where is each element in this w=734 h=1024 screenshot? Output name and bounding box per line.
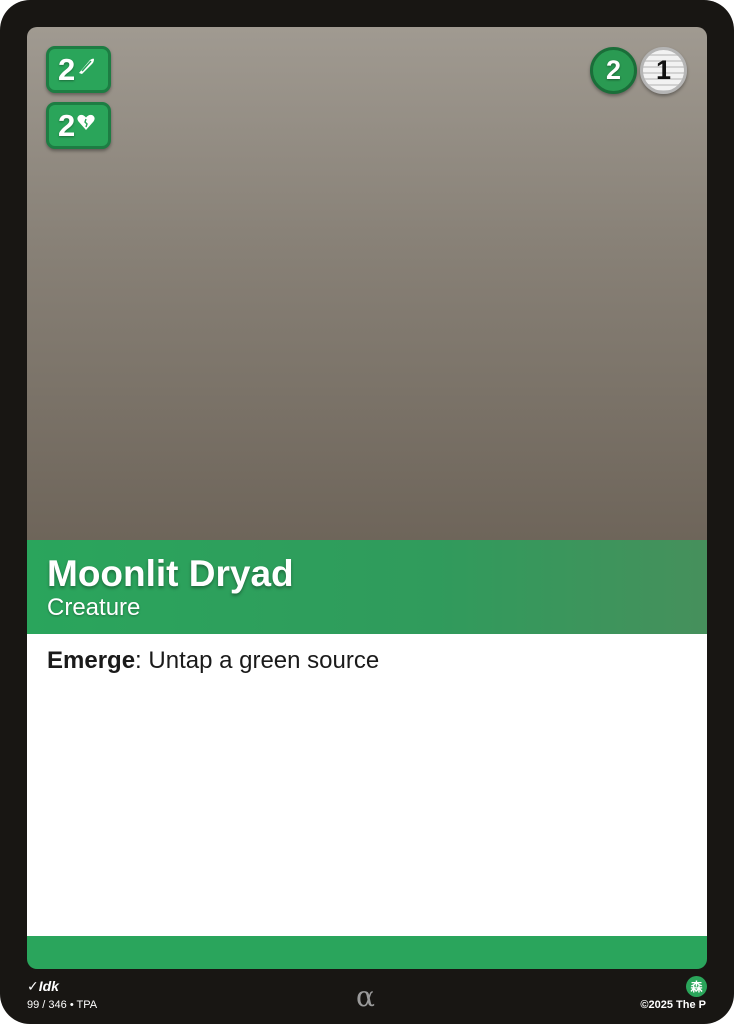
sword-icon [79, 58, 95, 74]
cost-generic-value: 1 [655, 55, 672, 85]
artist-credit: ✓Idk [27, 978, 59, 995]
cost-green-circle: 2 [590, 47, 637, 94]
card: 2 2 2 1 Moonlit Dryad Creature Emerge: U… [0, 0, 734, 1024]
heart-icon [77, 114, 95, 130]
bottom-color-bar [27, 936, 707, 969]
cost-generic-circle: 1 [640, 47, 687, 94]
rules-keyword: Emerge [47, 647, 136, 674]
brush-icon: ✓ [27, 978, 39, 994]
artist-name: Idk [38, 978, 59, 994]
toughness-value: 2 [58, 108, 76, 143]
card-name: Moonlit Dryad [47, 553, 294, 594]
rules-text-box: Emerge: Untap a green source [27, 634, 707, 936]
rarity-symbol: α [356, 980, 375, 1013]
set-icon: 森 [686, 976, 707, 997]
cost-green-value: 2 [605, 55, 622, 85]
rules-body: : Untap a green source [135, 647, 380, 674]
toughness-stat: 2 [46, 102, 111, 149]
copyright: ©2025 The P [640, 999, 706, 1011]
power-stat: 2 [46, 46, 111, 93]
rules-text: Emerge: Untap a green source [47, 646, 379, 676]
power-value: 2 [58, 52, 76, 87]
card-type: Creature [47, 594, 141, 621]
name-bar: Moonlit Dryad Creature [27, 540, 707, 634]
card-art [27, 27, 707, 540]
collector-number: 99 / 346 • TPA [27, 999, 98, 1011]
